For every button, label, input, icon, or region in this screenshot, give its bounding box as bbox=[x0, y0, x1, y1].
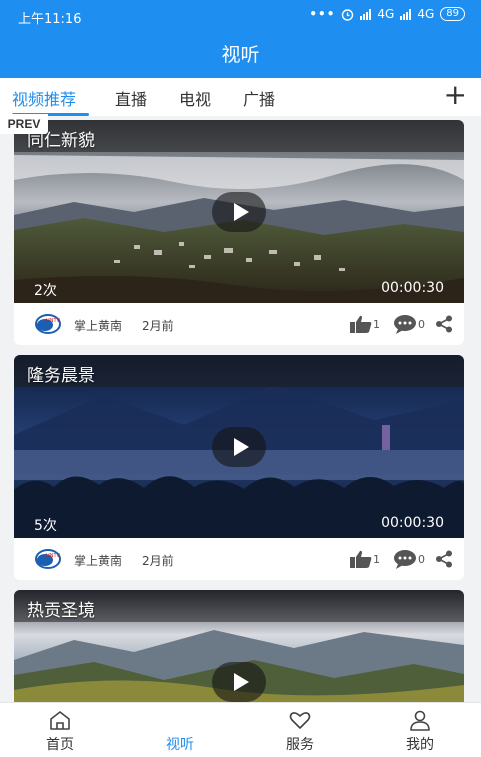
nav-home[interactable]: 首页 bbox=[0, 703, 120, 757]
publish-time: 2月前 bbox=[142, 319, 174, 333]
svg-text:HNTV: HNTV bbox=[46, 553, 61, 559]
video-title[interactable]: 热贡圣境 bbox=[27, 596, 95, 621]
tab-video-recommend[interactable]: 视频推荐 bbox=[12, 86, 76, 110]
tab-tv[interactable]: 电视 bbox=[179, 86, 211, 110]
status-time: 上午11:16 bbox=[18, 12, 82, 27]
status-icons: ••• 4G 4G 89 bbox=[309, 7, 465, 21]
tab-live[interactable]: 直播 bbox=[115, 86, 147, 110]
comment-count: 0 bbox=[418, 318, 425, 331]
video-card[interactable]: 隆务晨景 5次 00:00:30 HNTV 掌上黄南 2月前 1 0 bbox=[14, 355, 464, 580]
page-title: 视听 bbox=[0, 32, 481, 78]
network-type-1: 4G bbox=[377, 7, 395, 21]
nav-profile[interactable]: 我的 bbox=[360, 703, 480, 757]
signal-icon-2 bbox=[400, 8, 412, 20]
channel-logo-icon: HNTV bbox=[35, 549, 61, 569]
category-tabs: 视频推荐 直播 电视 广播 + bbox=[0, 78, 481, 116]
play-icon[interactable] bbox=[212, 427, 266, 467]
nav-service[interactable]: 服务 bbox=[240, 703, 360, 757]
video-card[interactable]: 热贡圣境 bbox=[14, 590, 464, 702]
nav-audio-video[interactable]: 视听 bbox=[120, 703, 240, 757]
signal-icon bbox=[360, 8, 372, 20]
source-name[interactable]: 掌上黄南 bbox=[74, 317, 122, 334]
like-count: 1 bbox=[373, 553, 380, 566]
play-icon[interactable] bbox=[212, 662, 266, 702]
bottom-nav: 首页 视听 服务 我的 bbox=[0, 702, 481, 757]
like-count: 1 bbox=[373, 318, 380, 331]
comment-icon[interactable] bbox=[393, 549, 417, 569]
nav-profile-label: 我的 bbox=[406, 737, 434, 753]
play-icon[interactable] bbox=[212, 192, 266, 232]
share-icon[interactable] bbox=[435, 315, 453, 333]
thumbs-up-icon[interactable] bbox=[349, 549, 373, 569]
network-type-2: 4G bbox=[417, 7, 435, 21]
alarm-icon bbox=[342, 8, 354, 21]
prev-button[interactable]: PREV bbox=[0, 114, 48, 134]
add-channel-icon[interactable]: + bbox=[444, 80, 467, 110]
nav-audio-video-label: 视听 bbox=[166, 737, 194, 753]
video-meta: HNTV 掌上黄南 2月前 1 0 bbox=[14, 303, 464, 345]
source-name[interactable]: 掌上黄南 bbox=[74, 552, 122, 569]
video-meta: HNTV 掌上黄南 2月前 1 0 bbox=[14, 538, 464, 580]
share-icon[interactable] bbox=[435, 550, 453, 568]
comment-icon[interactable] bbox=[393, 314, 417, 334]
battery-icon: 89 bbox=[440, 7, 465, 21]
user-icon bbox=[410, 710, 430, 731]
comment-count: 0 bbox=[418, 553, 425, 566]
more-dots-icon: ••• bbox=[309, 7, 336, 21]
view-count: 5次 bbox=[34, 518, 57, 534]
video-duration: 00:00:30 bbox=[381, 515, 444, 531]
publish-time: 2月前 bbox=[142, 554, 174, 568]
nav-service-label: 服务 bbox=[286, 737, 314, 753]
heart-icon bbox=[289, 712, 311, 729]
nav-home-label: 首页 bbox=[46, 737, 74, 753]
video-title[interactable]: 隆务晨景 bbox=[27, 361, 95, 386]
svg-text:HNTV: HNTV bbox=[46, 318, 61, 324]
video-card[interactable]: 同仁新貌 2次 00:00:30 HNTV 掌上黄南 2月前 1 0 bbox=[14, 120, 464, 345]
video-duration: 00:00:30 bbox=[381, 280, 444, 296]
tab-radio[interactable]: 广播 bbox=[243, 86, 275, 110]
view-count: 2次 bbox=[34, 283, 57, 299]
home-icon bbox=[50, 711, 70, 730]
channel-logo-icon: HNTV bbox=[35, 314, 61, 334]
status-bar: 上午11:16 ••• 4G 4G 89 bbox=[0, 0, 481, 32]
thumbs-up-icon[interactable] bbox=[349, 314, 373, 334]
